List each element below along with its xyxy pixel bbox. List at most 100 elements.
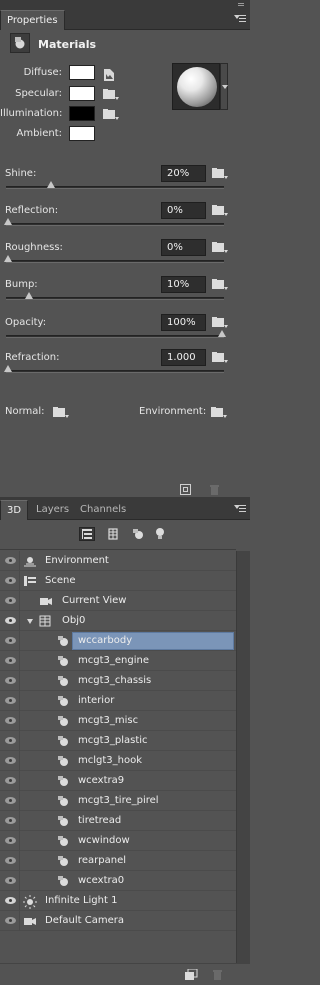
scene-tree-item[interactable]: Infinite Light 1 <box>0 891 236 911</box>
scene-tree-item-label: rearpanel <box>78 855 127 866</box>
scene-tree-item[interactable]: wccarbody <box>0 631 236 651</box>
column-divider <box>19 771 20 791</box>
slider-value-field[interactable]: 20% <box>161 165 206 182</box>
column-divider <box>19 911 20 931</box>
visibility-eye-icon[interactable] <box>5 697 16 704</box>
slider-track[interactable] <box>4 218 224 226</box>
visibility-eye-icon[interactable] <box>5 877 16 884</box>
material-filter-icon[interactable] <box>131 527 147 541</box>
slider-texture-folder-icon[interactable] <box>212 205 228 216</box>
trash-icon[interactable] <box>209 484 220 495</box>
slider-texture-folder-icon[interactable] <box>212 352 228 363</box>
specular-folder-icon[interactable] <box>103 89 119 100</box>
scene-tree-item[interactable]: Environment <box>0 551 236 571</box>
diffuse-texture-icon[interactable] <box>103 68 115 81</box>
scene-tree-item[interactable]: Obj0 <box>0 611 236 631</box>
visibility-eye-icon[interactable] <box>5 737 16 744</box>
tab-3d[interactable]: 3D <box>0 500 28 520</box>
scene-tree-item[interactable]: mcgt3_plastic <box>0 731 236 751</box>
scene-tree-item[interactable]: wcextra0 <box>0 871 236 891</box>
scene-tree-item[interactable]: Current View <box>0 591 236 611</box>
visibility-eye-icon[interactable] <box>5 677 16 684</box>
slider-texture-folder-icon[interactable] <box>212 168 228 179</box>
scene-tree-item[interactable]: wcwindow <box>0 831 236 851</box>
slider-thumb[interactable] <box>4 255 12 262</box>
slider-thumb[interactable] <box>218 330 226 337</box>
render-icon[interactable] <box>180 484 191 495</box>
scene-tree-item[interactable]: interior <box>0 691 236 711</box>
visibility-eye-icon[interactable] <box>5 817 16 824</box>
tab-properties[interactable]: Properties <box>0 10 65 30</box>
scene-tree-item-label: wcwindow <box>78 835 130 846</box>
scene-tree-item[interactable]: tiretread <box>0 811 236 831</box>
scene-tree-item[interactable]: mcgt3_engine <box>0 651 236 671</box>
visibility-eye-icon[interactable] <box>5 757 16 764</box>
scene-tree-item[interactable]: mcgt3_tire_pirel <box>0 791 236 811</box>
slider-texture-folder-icon[interactable] <box>212 317 228 328</box>
panel-3d-menu-icon[interactable] <box>234 505 246 515</box>
visibility-eye-icon[interactable] <box>5 717 16 724</box>
scene-tree-item[interactable]: mcgt3_chassis <box>0 671 236 691</box>
visibility-eye-icon[interactable] <box>5 897 16 904</box>
ambient-swatch[interactable] <box>69 126 95 141</box>
scene-tree-item[interactable]: mcgt3_misc <box>0 711 236 731</box>
diffuse-swatch[interactable] <box>69 65 95 80</box>
visibility-eye-icon[interactable] <box>5 637 16 644</box>
panel-header-title: Materials <box>38 38 97 51</box>
visibility-eye-icon[interactable] <box>5 837 16 844</box>
scene-tree-item-label: wcextra9 <box>78 775 125 786</box>
illumination-folder-icon[interactable] <box>103 109 119 120</box>
collapse-icon[interactable] <box>238 3 244 6</box>
slider-track[interactable] <box>4 255 224 263</box>
column-divider <box>19 831 20 851</box>
scene-tree-item[interactable]: wcextra9 <box>0 771 236 791</box>
slider-value-field[interactable]: 10% <box>161 276 206 293</box>
slider-thumb[interactable] <box>25 292 33 299</box>
mesh-filter-icon[interactable] <box>106 527 122 541</box>
scene-tree-item[interactable]: mclgt3_hook <box>0 751 236 771</box>
visibility-eye-icon[interactable] <box>5 917 16 924</box>
slider-track[interactable] <box>6 292 224 300</box>
slider-texture-folder-icon[interactable] <box>212 279 228 290</box>
visibility-eye-icon[interactable] <box>5 657 16 664</box>
slider-track[interactable] <box>4 365 224 373</box>
slider-value-field[interactable]: 1.000 <box>161 349 206 366</box>
visibility-eye-icon[interactable] <box>5 857 16 864</box>
slider-value-field[interactable]: 100% <box>161 314 206 331</box>
scene-filter-icon[interactable] <box>79 527 95 541</box>
scene-tree-item[interactable]: rearpanel <box>0 851 236 871</box>
slider-track[interactable] <box>6 330 226 338</box>
visibility-eye-icon[interactable] <box>5 797 16 804</box>
material-preview[interactable] <box>172 63 220 110</box>
scene-layer-list: Environment Scene Current View Obj0 wccarbod… <box>0 551 236 931</box>
visibility-eye-icon[interactable] <box>5 557 16 564</box>
scene-tree-item[interactable]: Scene <box>0 571 236 591</box>
slider-value-field[interactable]: 0% <box>161 202 206 219</box>
visibility-eye-icon[interactable] <box>5 777 16 784</box>
tab-channels[interactable]: Channels <box>74 500 132 520</box>
slider-thumb[interactable] <box>4 365 12 372</box>
normal-folder-icon[interactable] <box>53 407 69 418</box>
tab-layers[interactable]: Layers <box>30 500 75 520</box>
visibility-eye-icon[interactable] <box>5 617 16 624</box>
slider-track[interactable] <box>6 181 224 189</box>
delete-icon[interactable] <box>212 969 223 980</box>
environment-icon <box>23 555 36 567</box>
layer-list-scrollbar[interactable] <box>236 551 250 963</box>
slider-label: Bump: <box>5 279 38 290</box>
panel-menu-icon[interactable] <box>234 15 246 25</box>
environment-folder-icon[interactable] <box>211 407 227 418</box>
slider-thumb[interactable] <box>4 218 12 225</box>
visibility-eye-icon[interactable] <box>5 597 16 604</box>
visibility-eye-icon[interactable] <box>5 577 16 584</box>
expand-triangle-icon[interactable] <box>27 619 33 624</box>
new-light-icon[interactable] <box>184 968 198 980</box>
light-filter-icon[interactable] <box>153 527 169 541</box>
slider-value-field[interactable]: 0% <box>161 239 206 256</box>
slider-thumb[interactable] <box>47 181 55 188</box>
scene-tree-item-label: wcextra0 <box>78 875 125 886</box>
slider-texture-folder-icon[interactable] <box>212 242 228 253</box>
specular-swatch[interactable] <box>69 86 95 101</box>
illumination-swatch[interactable] <box>69 106 95 121</box>
scene-tree-item[interactable]: Default Camera <box>0 911 236 931</box>
